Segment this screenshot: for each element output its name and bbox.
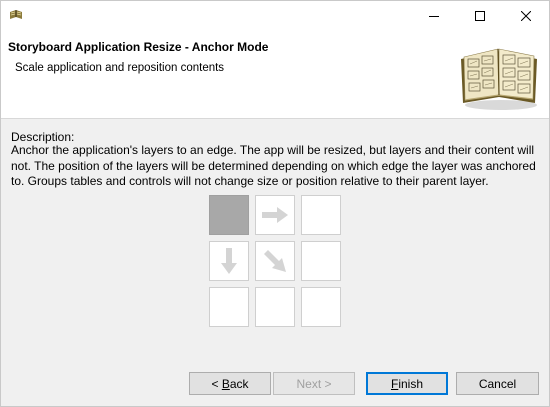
close-icon (521, 11, 531, 21)
storyboard-app-icon (10, 10, 22, 19)
back-button[interactable]: < Back (189, 372, 271, 395)
arrow-right-icon (262, 207, 288, 223)
close-button[interactable] (503, 1, 549, 31)
next-button[interactable]: Next > (273, 372, 355, 395)
anchor-cell-bottom-right[interactable] (301, 287, 341, 327)
finish-button-mnemonic: F (390, 376, 399, 391)
arrow-down-icon (221, 248, 237, 274)
anchor-cell-top-left[interactable] (209, 195, 249, 235)
maximize-icon (475, 11, 485, 21)
anchor-cell-bottom-center[interactable] (255, 287, 295, 327)
page-title: Storyboard Application Resize - Anchor M… (8, 40, 269, 54)
back-button-prefix: < (211, 376, 222, 391)
minimize-button[interactable] (411, 1, 457, 31)
wizard-window: Storyboard Application Resize - Anchor M… (0, 0, 550, 407)
maximize-button[interactable] (457, 1, 503, 31)
cancel-button[interactable]: Cancel (456, 372, 539, 395)
button-bar: < Back Next > Finish Cancel (1, 365, 549, 407)
finish-button[interactable]: Finish (366, 372, 448, 395)
anchor-cell-top-right[interactable] (301, 195, 341, 235)
anchor-cell-bottom-left[interactable] (209, 287, 249, 327)
description-text: Anchor the application's layers to an ed… (11, 143, 536, 188)
wizard-content: Description: Anchor the application's la… (1, 120, 549, 365)
anchor-cell-middle-left[interactable] (209, 241, 249, 281)
finish-button-label: inish (398, 376, 424, 391)
cancel-button-label: Cancel (478, 376, 517, 391)
back-button-label: ack (229, 376, 249, 391)
arrow-down-right-icon (264, 250, 286, 272)
wizard-banner: Storyboard Application Resize - Anchor M… (1, 31, 549, 119)
anchor-cell-top-center[interactable] (255, 195, 295, 235)
anchor-grid (209, 195, 345, 331)
page-subtitle: Scale application and reposition content… (15, 62, 225, 74)
next-button-label: Next > (296, 376, 332, 391)
minimize-icon (429, 16, 439, 17)
title-bar[interactable] (1, 1, 549, 31)
anchor-cell-middle-right[interactable] (301, 241, 341, 281)
back-button-mnemonic: B (221, 376, 230, 391)
anchor-cell-center[interactable] (255, 241, 295, 281)
open-storyboard-book-image (461, 48, 537, 110)
description-label: Description: (11, 130, 75, 144)
